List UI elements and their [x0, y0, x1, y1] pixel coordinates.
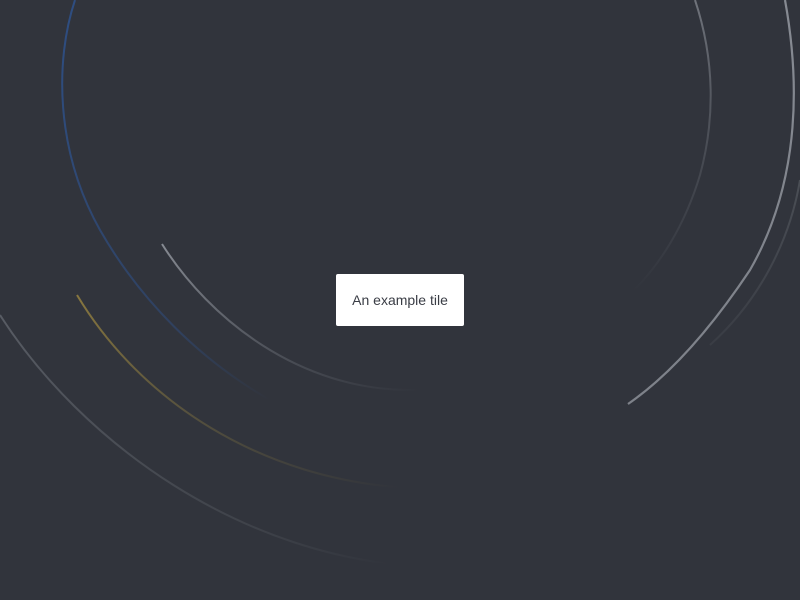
outer-gray-arc — [0, 314, 491, 569]
right-dim-arc — [631, 0, 712, 293]
tile-label: An example tile — [352, 292, 448, 308]
blue-arc — [61, 0, 271, 401]
canvas-background: An example tile — [0, 0, 800, 600]
example-tile[interactable]: An example tile — [336, 274, 464, 326]
